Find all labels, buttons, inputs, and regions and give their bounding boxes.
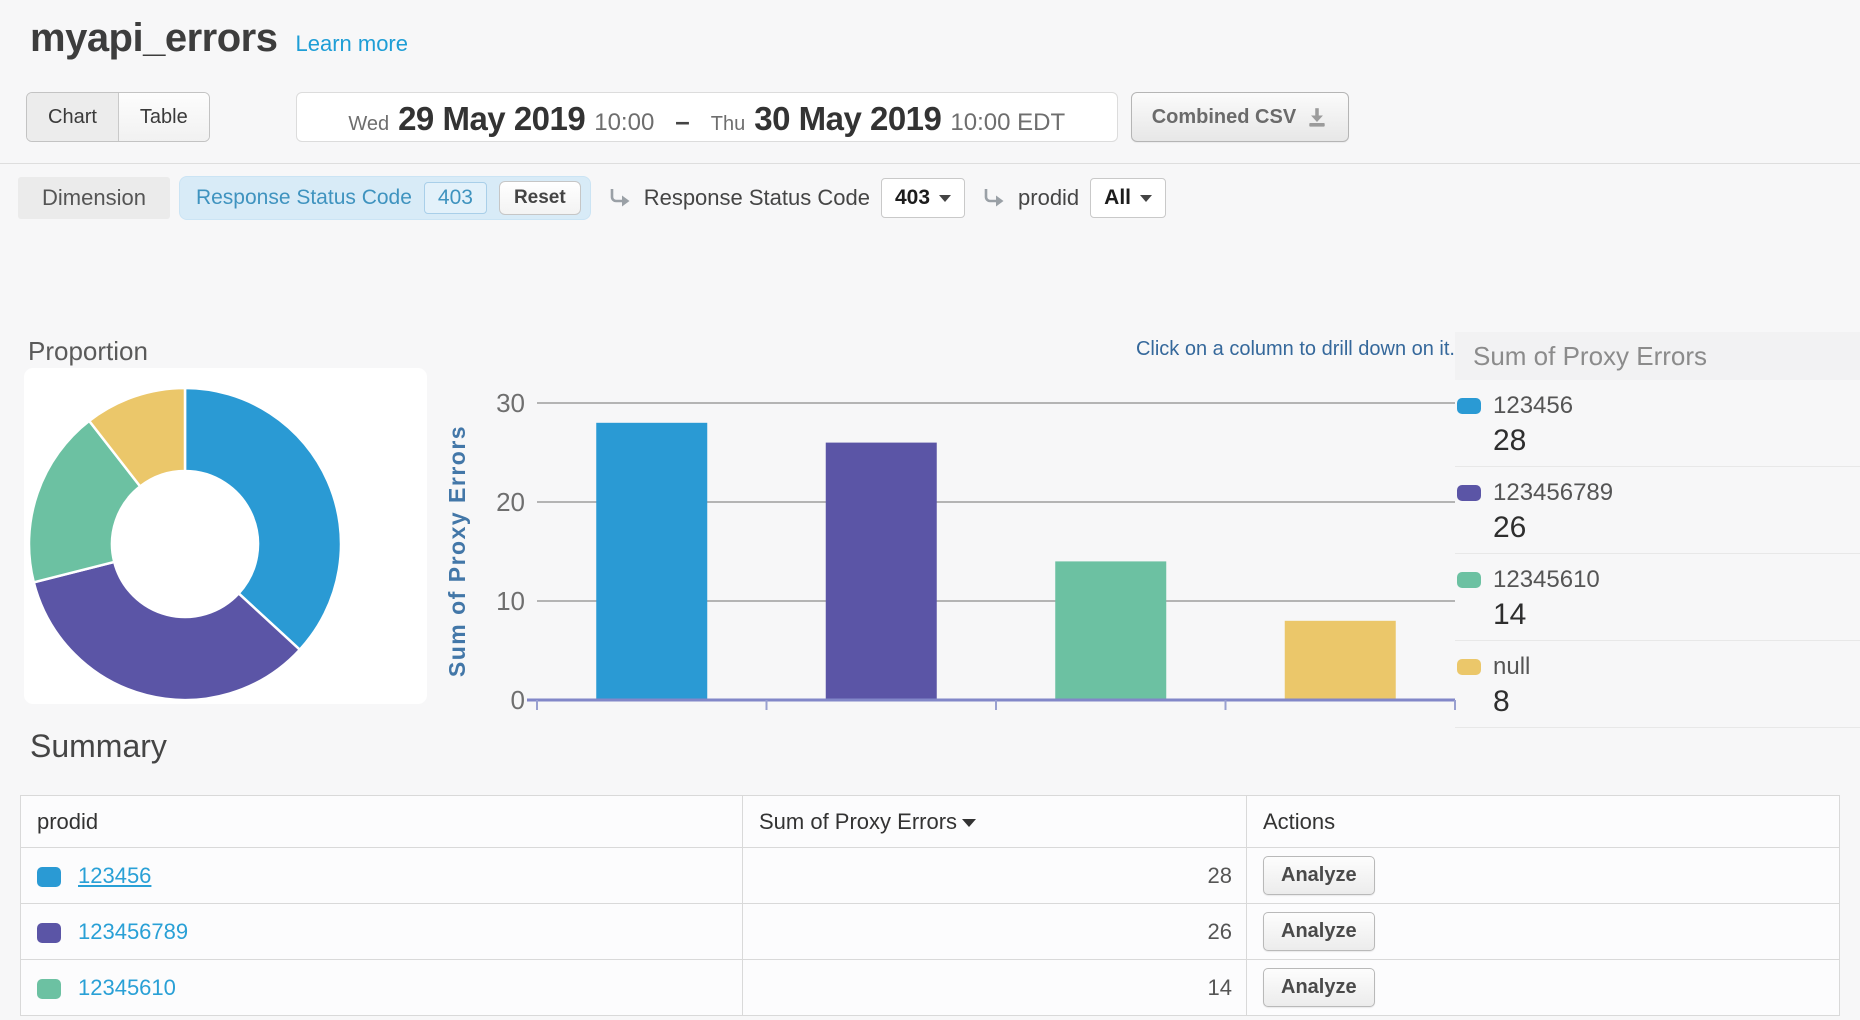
- prodid-link[interactable]: 12345610: [78, 975, 176, 1000]
- row-color-chip: [37, 979, 61, 999]
- bar-123456[interactable]: [596, 423, 707, 700]
- end-day: Thu: [711, 113, 745, 136]
- drilldown-2-label: prodid: [1018, 185, 1079, 211]
- chart-legend: Sum of Proxy Errors 123456 28 123456789 …: [1455, 332, 1860, 728]
- legend-items: 123456 28 123456789 26 12345610 14 null …: [1455, 380, 1860, 728]
- range-separator: –: [675, 106, 689, 137]
- start-day: Wed: [348, 113, 389, 136]
- column-header-actions: Actions: [1247, 796, 1840, 848]
- legend-value: 28: [1493, 424, 1860, 458]
- analytics-dashboard: myapi_errors Learn more Chart Table Wed …: [0, 0, 1860, 1020]
- prodid-select-value: All: [1104, 186, 1131, 210]
- drilldown-1-label: Response Status Code: [644, 185, 870, 211]
- legend-value: 8: [1493, 685, 1860, 719]
- combined-csv-label: Combined CSV: [1152, 106, 1296, 129]
- drilldown-arrow-icon: [608, 188, 631, 208]
- legend-item: 12345610 14: [1455, 554, 1860, 641]
- dimension-label: Dimension: [18, 177, 170, 219]
- ytick-label-30: 30: [496, 388, 525, 418]
- page-title: myapi_errors: [30, 16, 277, 61]
- summary-header-row: prodid Sum of Proxy Errors Actions: [21, 796, 1840, 848]
- y-axis-label: Sum of Proxy Errors: [444, 425, 470, 677]
- table-view-button[interactable]: Table: [119, 93, 209, 141]
- legend-label: null: [1493, 653, 1530, 681]
- ytick-label-10: 10: [496, 586, 525, 616]
- legend-title: Sum of Proxy Errors: [1455, 332, 1860, 380]
- title-row: myapi_errors Learn more: [30, 16, 408, 61]
- legend-label: 123456: [1493, 392, 1573, 420]
- filter-row: Dimension Response Status Code 403 Reset…: [18, 176, 1166, 220]
- chevron-down-icon: [1140, 195, 1152, 202]
- proportion-title: Proportion: [28, 336, 148, 367]
- response-status-code-value: 403: [895, 186, 930, 210]
- legend-item: 123456789 26: [1455, 467, 1860, 554]
- legend-color-chip: [1457, 659, 1481, 675]
- legend-value: 26: [1493, 511, 1860, 545]
- view-toggle: Chart Table: [26, 92, 210, 142]
- bar-123456789[interactable]: [826, 443, 937, 700]
- bar-null[interactable]: [1285, 621, 1396, 700]
- start-time: 10:00: [594, 109, 654, 137]
- table-row: 123456 28 Analyze: [21, 848, 1840, 904]
- row-value: 26: [743, 904, 1247, 960]
- proportion-donut-chart: [24, 368, 427, 704]
- legend-color-chip: [1457, 398, 1481, 414]
- table-row: 123456789 26 Analyze: [21, 904, 1840, 960]
- active-filter-name: Response Status Code: [196, 186, 412, 210]
- table-row: 12345610 14 Analyze: [21, 960, 1840, 1016]
- analyze-button[interactable]: Analyze: [1263, 912, 1375, 951]
- combined-csv-button[interactable]: Combined CSV: [1131, 92, 1349, 142]
- controls-row: Chart Table Wed 29 May 2019 10:00 – Thu …: [26, 92, 1349, 142]
- active-filter-value: 403: [424, 182, 487, 214]
- legend-color-chip: [1457, 485, 1481, 501]
- chevron-down-icon: [939, 195, 951, 202]
- column-header-sum-of-proxy-errors[interactable]: Sum of Proxy Errors: [743, 796, 1247, 848]
- analyze-button[interactable]: Analyze: [1263, 968, 1375, 1007]
- analyze-button[interactable]: Analyze: [1263, 856, 1375, 895]
- legend-color-chip: [1457, 572, 1481, 588]
- ytick-label-0: 0: [511, 685, 525, 715]
- chart-view-button[interactable]: Chart: [27, 93, 119, 141]
- prodid-link[interactable]: 123456789: [78, 919, 188, 944]
- donut-segment-123456: [185, 388, 341, 650]
- reset-button[interactable]: Reset: [499, 181, 581, 215]
- bar-12345610[interactable]: [1055, 561, 1166, 700]
- sort-desc-icon: [962, 819, 976, 827]
- drilldown-arrow-icon: [982, 188, 1005, 208]
- drilldown-hint: Click on a column to drill down on it.: [1136, 338, 1455, 361]
- summary-title: Summary: [30, 728, 167, 765]
- legend-label: 123456789: [1493, 479, 1613, 507]
- row-color-chip: [37, 867, 61, 887]
- active-filter-pill: Response Status Code 403 Reset: [179, 176, 591, 220]
- legend-item: 123456 28: [1455, 380, 1860, 467]
- legend-item: null 8: [1455, 641, 1860, 728]
- start-date: 29 May 2019: [398, 100, 585, 138]
- ytick-label-20: 20: [496, 487, 525, 517]
- response-status-code-select[interactable]: 403: [881, 178, 965, 218]
- legend-label: 12345610: [1493, 566, 1600, 594]
- header-divider: [0, 163, 1860, 164]
- date-range-button[interactable]: Wed 29 May 2019 10:00 – Thu 30 May 2019 …: [296, 92, 1118, 142]
- prodid-select[interactable]: All: [1090, 178, 1166, 218]
- legend-value: 14: [1493, 598, 1860, 632]
- row-value: 28: [743, 848, 1247, 904]
- row-color-chip: [37, 923, 61, 943]
- proxy-errors-bar-chart: 0 10 20 30 Sum of Proxy Errors: [420, 335, 1465, 720]
- row-value: 14: [743, 960, 1247, 1016]
- learn-more-link[interactable]: Learn more: [295, 31, 408, 57]
- column-header-prodid: prodid: [21, 796, 743, 848]
- end-time: 10:00 EDT: [950, 109, 1065, 137]
- proportion-donut-panel: [24, 368, 427, 704]
- download-icon: [1306, 106, 1328, 128]
- prodid-link[interactable]: 123456: [78, 863, 151, 888]
- summary-table: prodid Sum of Proxy Errors Actions 12345…: [20, 795, 1840, 1016]
- end-date: 30 May 2019: [754, 100, 941, 138]
